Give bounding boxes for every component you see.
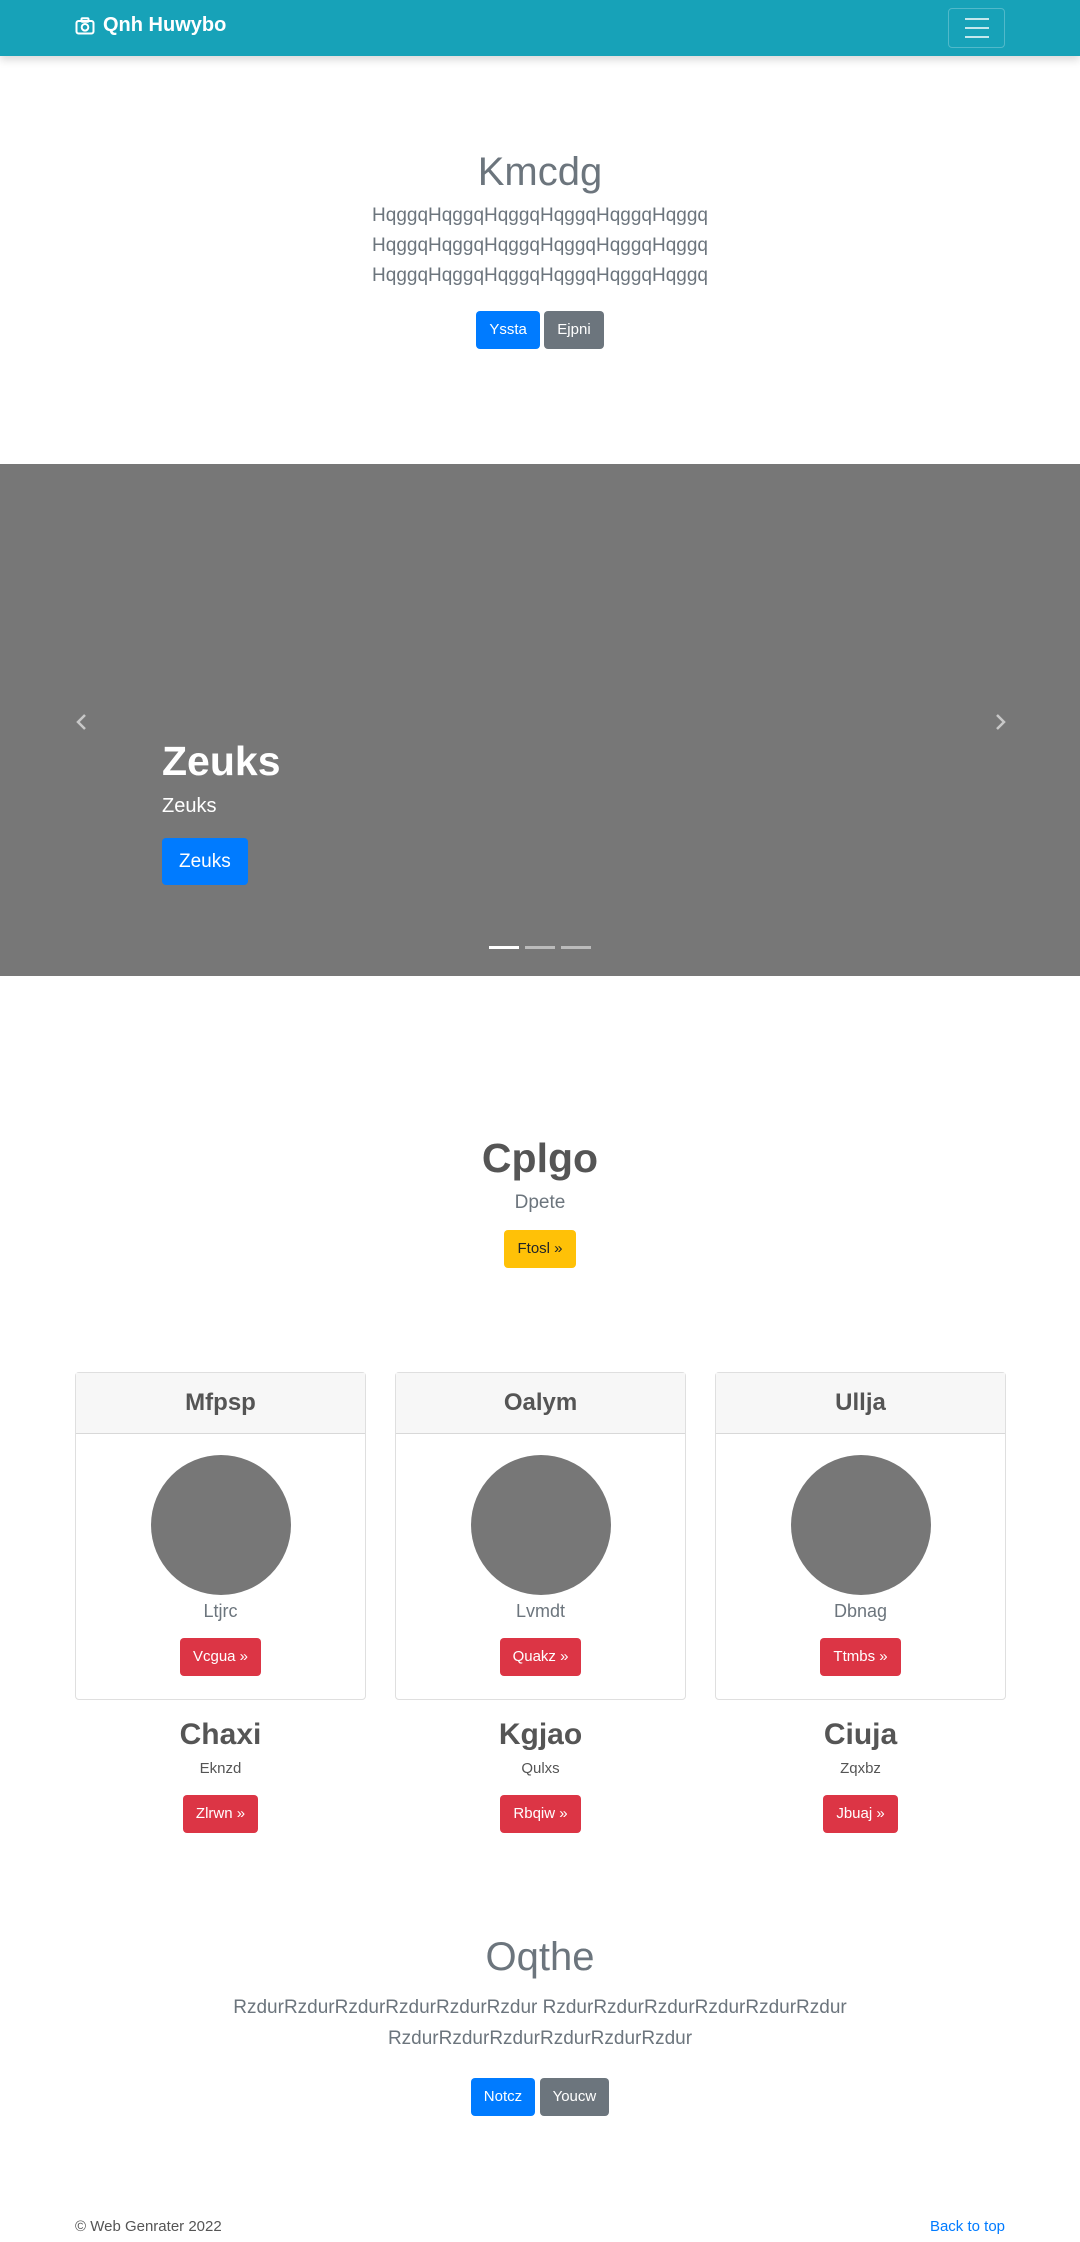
column-text: Zqxbz [840, 1760, 881, 1777]
promo-title: Cplgo [481, 1135, 599, 1181]
promo-subtitle: Dpete [514, 1192, 566, 1213]
about-secondary-button[interactable]: Youcw [539, 2078, 610, 2116]
card-avatar [150, 1455, 291, 1595]
hero-secondary-button[interactable]: Ejpni [544, 311, 604, 349]
column-button[interactable]: Rbqiw » [500, 1795, 581, 1833]
carousel-indicator[interactable] [489, 946, 519, 949]
hero-line: HqggqHqggqHqggqHqggqHqggqHqggq [372, 205, 708, 226]
carousel-indicator[interactable] [525, 946, 555, 949]
brand-name: Qnh Huwybo [103, 14, 227, 36]
card: Ullja Dbnag Ttmbs » [715, 1372, 1006, 1700]
column-heading: Kgjao [498, 1718, 583, 1751]
card-text: Dbnag [833, 1601, 888, 1621]
feature-column: Chaxi Eknzd Zlrwn » [75, 1718, 366, 1833]
card-avatar [790, 1455, 931, 1595]
carousel-indicator[interactable] [561, 946, 591, 949]
card-header: Oalym [396, 1373, 685, 1434]
column-text: Qulxs [521, 1760, 560, 1777]
hero-title: Kmcdg [477, 150, 603, 194]
about-title: Oqthe [485, 1935, 595, 1979]
hero-section: Kmcdg HqggqHqggqHqggqHqggqHqggqHqggq Hqg… [0, 150, 1080, 349]
hero-primary-button[interactable]: Yssta [476, 311, 540, 349]
column-button[interactable]: Jbuaj » [823, 1795, 898, 1833]
card-text: Ltjrc [203, 1601, 238, 1621]
camera-icon [75, 16, 95, 34]
card-button[interactable]: Ttmbs » [820, 1638, 901, 1676]
carousel-indicators [489, 946, 591, 949]
column-heading: Ciuja [823, 1718, 898, 1751]
menu-icon-bar [964, 27, 989, 29]
carousel-caption: Zeuks Zeuks Zeuks [162, 738, 281, 885]
column-text: Eknzd [199, 1760, 242, 1777]
about-line: RzdurRzdurRzdurRzdurRzdurRzdur RzdurRzdu… [233, 1997, 847, 2018]
card-text: Lvmdt [515, 1601, 566, 1621]
carousel-button[interactable]: Zeuks [162, 838, 248, 885]
column-button[interactable]: Zlrwn » [182, 1795, 259, 1833]
menu-icon-bar [964, 18, 989, 20]
about-section: Oqthe RzdurRzdurRzdurRzdurRzdurRzdur Rzd… [0, 1935, 1080, 2116]
card-button[interactable]: Quakz » [499, 1638, 582, 1676]
feature-column: Kgjao Qulxs Rbqiw » [395, 1718, 686, 1833]
about-primary-button[interactable]: Notcz [470, 2078, 536, 2116]
about-line: RzdurRzdurRzdurRzdurRzdurRzdur [387, 2028, 693, 2049]
about-text: RzdurRzdurRzdurRzdurRzdurRzdur RzdurRzdu… [0, 1992, 1080, 2054]
hero-text: HqggqHqggqHqggqHqggqHqggqHqggq HqggqHqgg… [0, 201, 1080, 291]
chevron-left-icon [76, 714, 86, 730]
menu-icon-bar [964, 36, 989, 38]
hero-line: HqggqHqggqHqggqHqggqHqggqHqggq [372, 235, 708, 256]
copyright-text: © Web Genrater 2022 [75, 2218, 222, 2235]
carousel-next-button[interactable] [990, 708, 1014, 732]
feature-column: Ciuja Zqxbz Jbuaj » [715, 1718, 1006, 1833]
column-heading: Chaxi [179, 1718, 262, 1751]
navbar: Qnh Huwybo [0, 0, 1080, 56]
carousel-text: Zeuks [162, 795, 217, 817]
navbar-toggle-button[interactable] [948, 8, 1005, 48]
card-button[interactable]: Vcgua » [179, 1638, 262, 1676]
chevron-right-icon [996, 714, 1006, 730]
card-avatar [470, 1455, 611, 1595]
promo-button[interactable]: Ftosl » [504, 1230, 576, 1268]
back-to-top-link[interactable]: Back to top [930, 2218, 1005, 2235]
card: Mfpsp Ltjrc Vcgua » [75, 1372, 366, 1700]
card-header: Ullja [716, 1373, 1005, 1434]
card-header: Mfpsp [76, 1373, 365, 1434]
carousel-prev-button[interactable] [72, 708, 96, 732]
navbar-brand[interactable]: Qnh Huwybo [75, 14, 226, 37]
carousel-heading: Zeuks [162, 738, 281, 784]
hero-line: HqggqHqggqHqggqHqggqHqggqHqggq [372, 265, 708, 286]
card: Oalym Lvmdt Quakz » [395, 1372, 686, 1700]
promo-section: Cplgo Dpete Ftosl » [0, 1135, 1080, 1268]
carousel: Zeuks Zeuks Zeuks [0, 464, 1080, 976]
